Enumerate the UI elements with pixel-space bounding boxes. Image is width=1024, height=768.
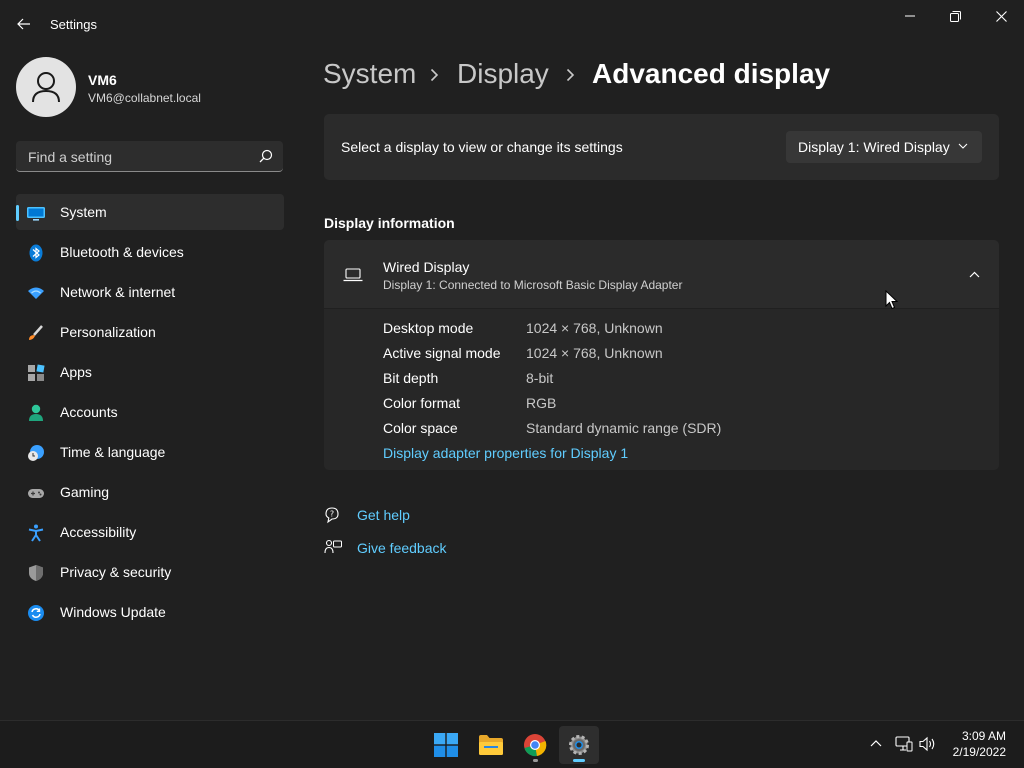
info-label: Color format [383,395,461,411]
info-label: Color space [383,420,458,436]
sidebar-item-label: Accounts [60,404,118,420]
chevron-right-icon [430,68,439,82]
chevron-up-icon[interactable] [870,739,882,747]
active-app-indicator [573,759,585,762]
sidebar-item-bluetooth[interactable]: Bluetooth & devices [16,234,284,270]
info-value: Standard dynamic range (SDR) [526,420,722,436]
section-title: Display information [324,215,455,231]
sidebar-item-apps[interactable]: Apps [16,354,284,390]
gamepad-icon [28,489,44,498]
clock-globe-icon [28,445,44,461]
gear-icon [569,735,589,755]
sidebar-item-label: Apps [60,364,92,380]
search-input[interactable] [26,141,255,173]
info-value: RGB [526,395,557,411]
search-box[interactable] [16,141,283,173]
taskbar-settings[interactable] [559,726,599,764]
sidebar-item-time-language[interactable]: Time & language [16,434,284,470]
close-icon [995,10,1007,22]
shield-icon [29,565,43,581]
sidebar-item-privacy[interactable]: Privacy & security [16,554,284,590]
display-dropdown-value: Display 1: Wired Display [798,139,950,155]
back-button[interactable] [10,12,38,36]
person-icon [32,72,60,103]
accessibility-icon [28,524,44,542]
info-label: Desktop mode [383,320,474,336]
sidebar-item-label: Network & internet [60,284,176,300]
back-arrow-icon [17,18,30,30]
info-value: 8-bit [526,370,554,386]
windows-start-icon [434,733,458,757]
give-feedback-link[interactable]: Give feedback [357,540,447,556]
volume-icon[interactable] [919,736,937,752]
avatar[interactable] [16,57,76,117]
user-name: VM6 [88,72,117,88]
display-name: Wired Display [383,259,470,275]
title-bar: Settings [0,0,1024,48]
taskbar-chrome[interactable] [515,726,555,764]
sidebar-item-system[interactable]: System [16,194,284,230]
display-adapter-properties-link[interactable]: Display adapter properties for Display 1 [383,445,628,461]
restore-icon [949,10,961,22]
account-icon [29,404,43,421]
update-icon [28,605,44,621]
taskbar-file-explorer[interactable] [471,726,511,764]
info-value: 1024 × 768, Unknown [526,320,663,336]
sidebar-item-personalization[interactable]: Personalization [16,314,284,350]
bluetooth-icon [29,244,43,262]
clock-date: 2/19/2022 [952,745,1006,759]
system-display-icon [27,207,45,221]
info-label: Bit depth [383,370,439,386]
sidebar-item-accounts[interactable]: Accounts [16,394,284,430]
chevron-up-icon[interactable] [969,271,980,278]
sidebar-item-gaming[interactable]: Gaming [16,474,284,510]
running-indicator [533,759,538,762]
feedback-icon [324,539,342,554]
clock-time: 3:09 AM [961,729,1006,743]
display-connection: Display 1: Connected to Microsoft Basic … [383,278,683,292]
user-email: VM6@collabnet.local [88,91,201,105]
network-icon[interactable] [895,736,913,752]
sidebar-item-network[interactable]: Network & internet [16,274,284,310]
sidebar-item-accessibility[interactable]: Accessibility [16,514,284,550]
sidebar-item-label: Accessibility [60,524,137,540]
minimize-icon [905,15,915,17]
chevron-right-icon [566,68,575,82]
info-value: 1024 × 768, Unknown [526,345,663,361]
mouse-cursor-icon [885,290,898,310]
taskbar-clock[interactable]: 3:09 AM 2/19/2022 [953,728,1006,760]
display-select-label: Select a display to view or change its s… [341,139,623,155]
help-chat-icon: ? [325,507,339,524]
sidebar-item-label: System [60,204,107,220]
start-button[interactable] [426,726,466,764]
close-button[interactable] [978,0,1024,32]
maximize-button[interactable] [932,0,978,32]
page-title: Advanced display [592,58,831,89]
svg-text:?: ? [330,510,334,519]
wifi-icon [28,287,44,299]
sidebar-item-label: Bluetooth & devices [60,244,184,260]
display-dropdown[interactable]: Display 1: Wired Display [786,131,982,163]
sidebar-item-label: Time & language [60,444,166,460]
search-icon[interactable] [259,149,273,163]
sidebar-item-label: Gaming [60,484,110,500]
get-help-link[interactable]: Get help [357,507,410,523]
laptop-icon [343,268,363,282]
chevron-down-icon [958,143,968,149]
sidebar-item-windows-update[interactable]: Windows Update [16,594,284,630]
sidebar-nav: System Bluetooth & devices Network & int… [16,194,284,634]
app-title: Settings [50,17,97,32]
folder-icon [479,735,503,755]
info-label: Active signal mode [383,345,501,361]
sidebar-item-label: Windows Update [60,604,166,620]
apps-icon [28,364,45,381]
breadcrumb-display[interactable]: Display [457,58,549,90]
breadcrumb-system[interactable]: System [323,58,416,90]
sidebar-item-label: Privacy & security [60,564,172,580]
sidebar-item-label: Personalization [60,324,156,340]
chrome-icon [524,734,547,757]
minimize-button[interactable] [887,0,933,32]
paintbrush-icon [29,325,43,340]
